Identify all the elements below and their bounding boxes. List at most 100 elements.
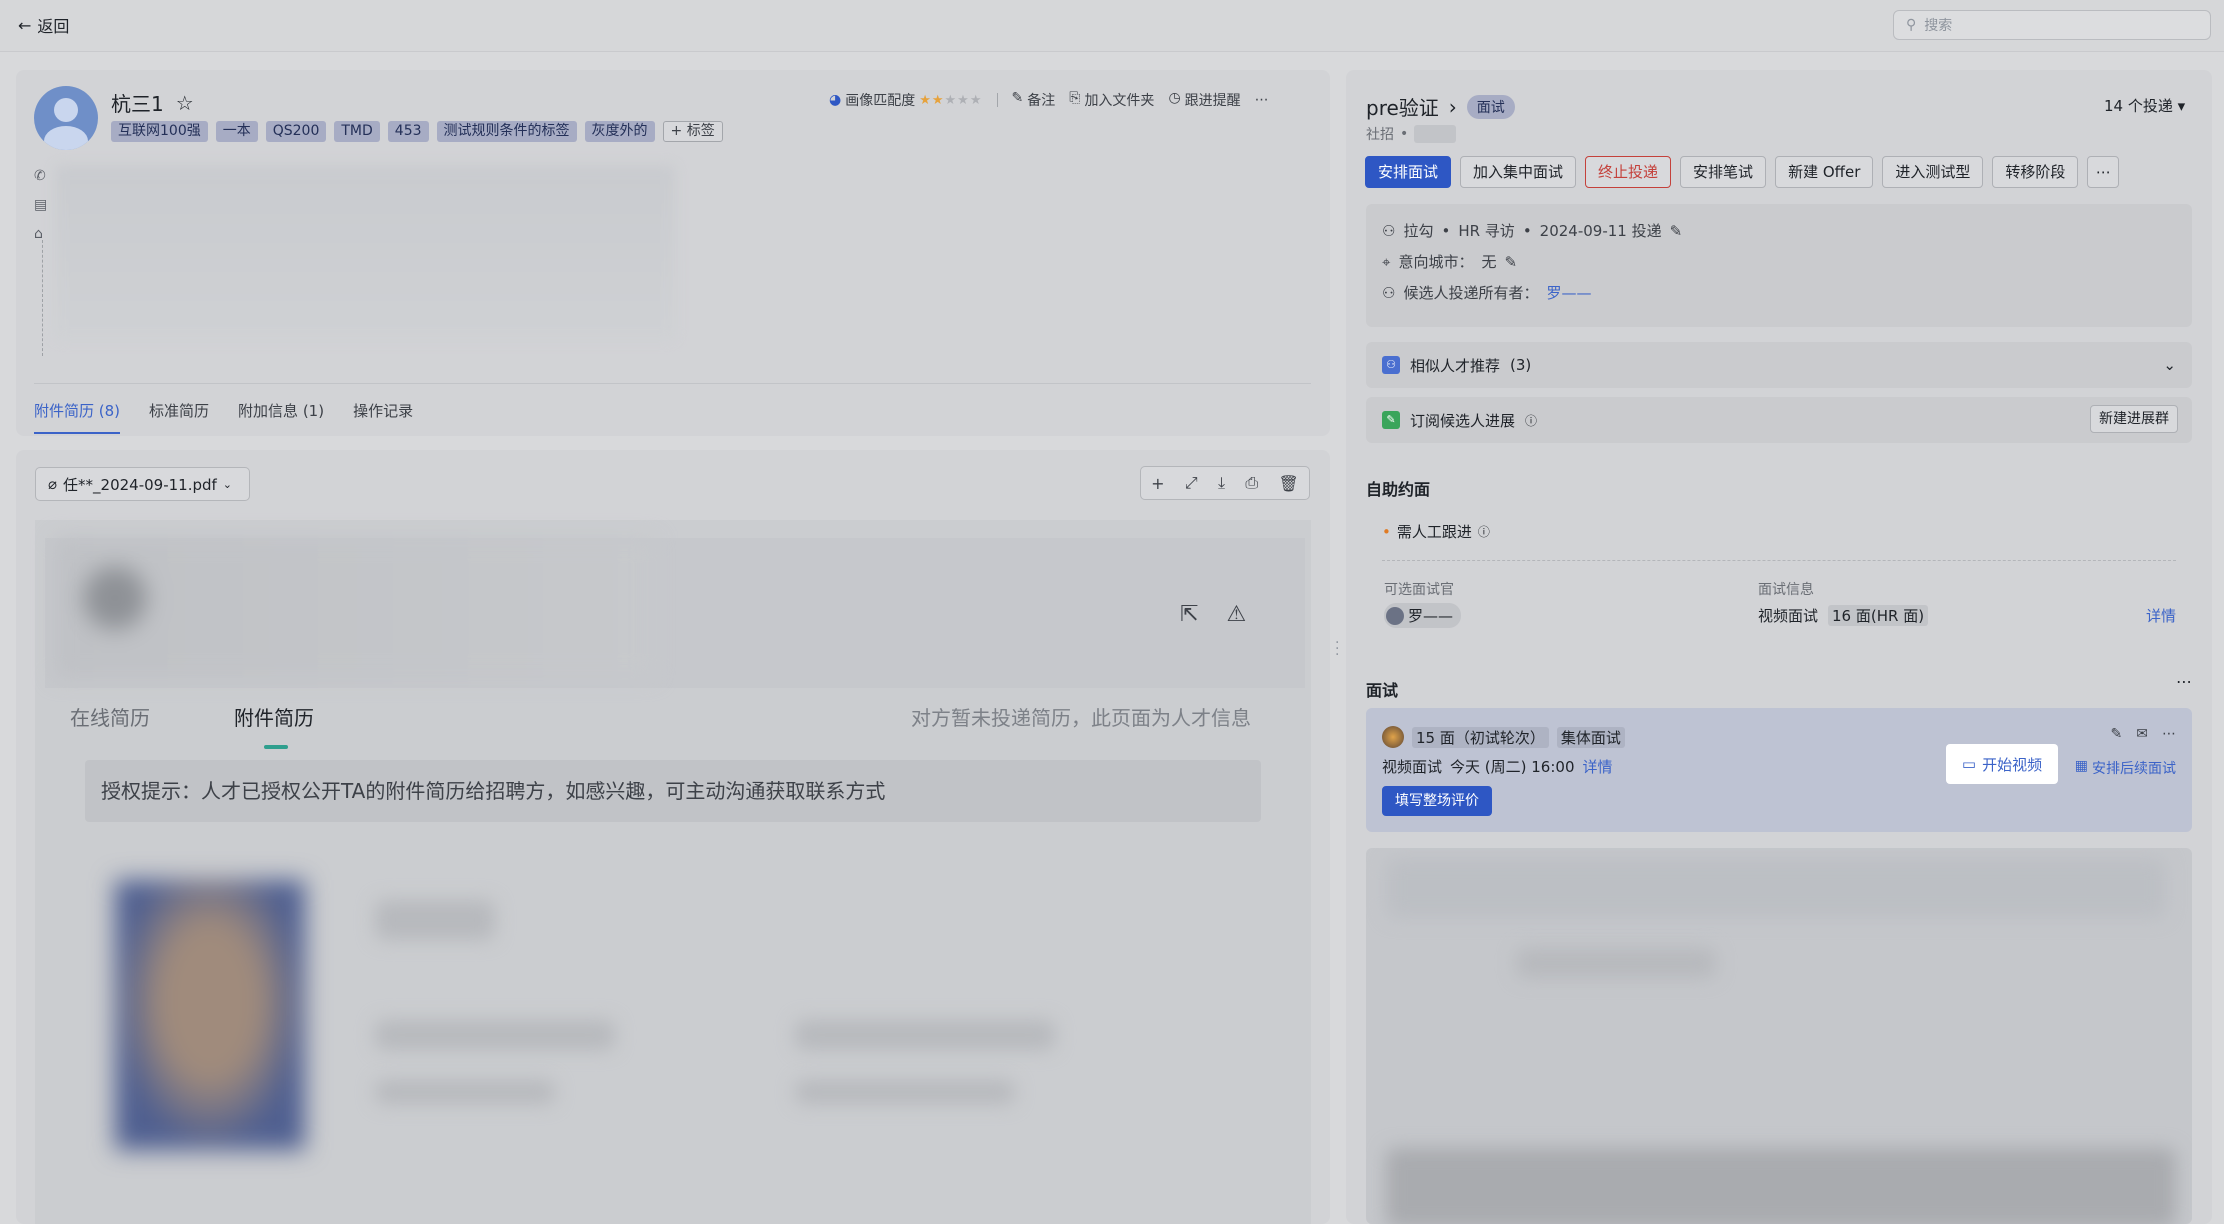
divider	[1382, 560, 2176, 561]
interviewer-chip[interactable]: 罗——	[1384, 603, 1462, 628]
edit-icon[interactable]: ✎	[2111, 726, 2123, 742]
resize-handle[interactable]: · · ·	[1335, 636, 1339, 662]
plus-icon[interactable]: +	[1151, 474, 1164, 493]
edit-icon[interactable]: ✎	[1670, 222, 1683, 240]
blurred-header	[55, 538, 655, 678]
more-icon[interactable]: ⋯	[2162, 726, 2176, 742]
expand-icon[interactable]: ⤢	[1185, 473, 1198, 493]
fill-evaluation-button[interactable]: 填写整场评价	[1382, 786, 1492, 816]
reminder-button[interactable]: ◷ 跟进提醒	[1168, 90, 1240, 110]
action-buttons: 安排面试 加入集中面试 终止投递 安排笔试 新建 Offer 进入测试型 转移阶…	[1365, 156, 2120, 188]
schedule-next-button[interactable]: ▦ 安排后续面试	[2075, 758, 2176, 778]
folder-button[interactable]: ⎘ 加入文件夹	[1069, 90, 1154, 110]
more-icon[interactable]: ⋯	[2176, 672, 2192, 691]
interview-card: 15 面（初试轮次） 集体面试 ✎ ✉ ⋯ 视频面试 今天 (周二) 16:00…	[1366, 708, 2192, 832]
tab-extra-info[interactable]: 附加信息 (1)	[238, 400, 324, 421]
similar-label: 相似人才推荐	[1410, 356, 1501, 375]
self-schedule-box: • 需人工跟进 ⓘ 可选面试官 罗—— 面试信息 视频面试 16 面(HR 面)…	[1366, 507, 2192, 645]
tag-list: 互联网100强 一本 QS200 TMD 453 测试规则条件的标签 灰度外的 …	[111, 121, 723, 142]
edit-icon[interactable]: ✎	[1504, 253, 1517, 271]
detail-link[interactable]: 详情	[2146, 605, 2176, 626]
interview-time-row: 视频面试 今天 (周二) 16:00 详情	[1382, 756, 1613, 777]
interviewer-name: 罗——	[1408, 607, 1454, 625]
back-label: 返回	[37, 17, 70, 36]
tab-attached-resume[interactable]: 附件简历	[234, 702, 314, 749]
blurred-value	[1414, 125, 1457, 143]
blurred-text	[795, 1020, 1055, 1050]
tag: 一本	[215, 121, 258, 142]
warning-icon[interactable]: ⚠	[1226, 602, 1246, 627]
search-placeholder: 搜索	[1924, 18, 1953, 34]
tab-standard-resume[interactable]: 标准简历	[149, 400, 209, 421]
info-icon: ⓘ	[1525, 413, 1538, 428]
new-group-button[interactable]: 新建进展群	[2090, 405, 2178, 433]
apply-date: 2024-09-11 投递	[1539, 222, 1662, 240]
tab-operation-log[interactable]: 操作记录	[353, 400, 413, 421]
terminate-button[interactable]: 终止投递	[1585, 156, 1672, 188]
group-interview-button[interactable]: 加入集中面试	[1460, 156, 1577, 188]
card-actions: ✎ ✉ ⋯	[2111, 726, 2176, 742]
status-label: 需人工跟进	[1396, 523, 1472, 541]
more-button[interactable]: ⋯	[2087, 156, 2120, 188]
transfer-stage-button[interactable]: 转移阶段	[1992, 156, 2079, 188]
test-type-button[interactable]: 进入测试型	[1882, 156, 1984, 188]
file-select[interactable]: ⌀ 任**_2024-09-11.pdf ⌄	[35, 467, 250, 501]
candidate-name-row: 杭三1 ☆	[111, 88, 194, 117]
search-input[interactable]: ⚲ 搜索	[1893, 10, 2211, 40]
new-offer-button[interactable]: 新建 Offer	[1775, 156, 1874, 188]
add-tag-button[interactable]: + 标签	[662, 121, 723, 142]
detail-link[interactable]: 详情	[1582, 756, 1612, 777]
owner-label: 候选人投递所有者：	[1403, 284, 1539, 302]
chevron-down-icon: ⌄	[222, 477, 233, 491]
caret-down-icon: ▾	[2177, 97, 2186, 115]
city-row: ⌖ 意向城市： 无 ✎	[1382, 251, 1517, 272]
interview-type: 视频面试	[1758, 607, 1819, 625]
job-title[interactable]: pre验证	[1366, 92, 1439, 121]
tag: TMD	[334, 121, 380, 142]
interview-meta: 15 面（初试轮次） 集体面试	[1412, 727, 1625, 748]
written-test-button[interactable]: 安排笔试	[1680, 156, 1767, 188]
document-icon: ▤	[34, 197, 48, 213]
interview-round: 16 面(HR 面)	[1828, 605, 1929, 626]
stage-badge: 面试	[1466, 94, 1515, 119]
tab-online-resume[interactable]: 在线简历	[70, 702, 150, 731]
print-icon[interactable]: ⎙	[1245, 473, 1258, 493]
note-button[interactable]: ✎ 备注	[1012, 90, 1056, 110]
self-schedule-title: 自助约面	[1366, 480, 1431, 499]
chevron-right-icon: ›	[1448, 94, 1457, 119]
download-icon[interactable]: ⤓	[1218, 473, 1225, 493]
application-info: ⚇ 拉勾 • HR 寻访 • 2024-09-11 投递 ✎ ⌖ 意向城市： 无 ✎…	[1366, 204, 2192, 327]
match-score[interactable]: ◕ 画像匹配度 ★★★★★	[829, 90, 983, 110]
blurred-info	[55, 165, 675, 340]
start-video-button[interactable]: ▭ 开始视频	[1946, 744, 2058, 784]
owner-row: ⚇ 候选人投递所有者： 罗——	[1382, 282, 1591, 303]
similar-talent-section[interactable]: ⚇ 相似人才推荐 (3) ⌄	[1366, 342, 2192, 388]
source-row: ⚇ 拉勾 • HR 寻访 • 2024-09-11 投递 ✎	[1382, 221, 1683, 241]
blurred-content	[1366, 848, 2192, 1224]
trash-icon[interactable]: 🗑︎	[1279, 474, 1299, 493]
owner-link[interactable]: 罗——	[1546, 282, 1591, 303]
match-label: 画像匹配度	[845, 93, 916, 109]
divider	[34, 383, 1311, 384]
users-icon: ⚇	[1382, 283, 1396, 302]
schedule-interview-button[interactable]: 安排面试	[1365, 156, 1452, 188]
tab-attachments[interactable]: 附件简历 (8)	[34, 400, 121, 434]
graduation-icon: ⌂	[34, 226, 43, 242]
more-icon[interactable]: ⋯	[1255, 92, 1269, 108]
blurred-text	[375, 900, 495, 940]
status-dot: •	[1382, 522, 1391, 541]
blurred-text	[375, 1080, 555, 1104]
job-type: 社招	[1366, 127, 1394, 143]
back-button[interactable]: ← 返回	[18, 13, 69, 37]
interview-kind: 集体面试	[1556, 727, 1625, 748]
deliveries-label: 14 个投递	[2104, 97, 2173, 115]
external-link-icon[interactable]: ⇱	[1180, 602, 1198, 627]
mail-icon[interactable]: ✉	[2136, 726, 2148, 742]
interview-time: 今天 (周二) 16:00	[1450, 758, 1575, 776]
viewer-notice: 对方暂未投递简历，此页面为人才信息	[911, 706, 1251, 730]
star-icon[interactable]: ☆	[176, 91, 194, 115]
video-icon: ▭	[1961, 755, 1977, 773]
deliveries-dropdown[interactable]: 14 个投递 ▾	[2104, 95, 2185, 116]
interviewer-label: 可选面试官	[1384, 582, 1454, 598]
phone-icon: ✆	[34, 168, 46, 184]
